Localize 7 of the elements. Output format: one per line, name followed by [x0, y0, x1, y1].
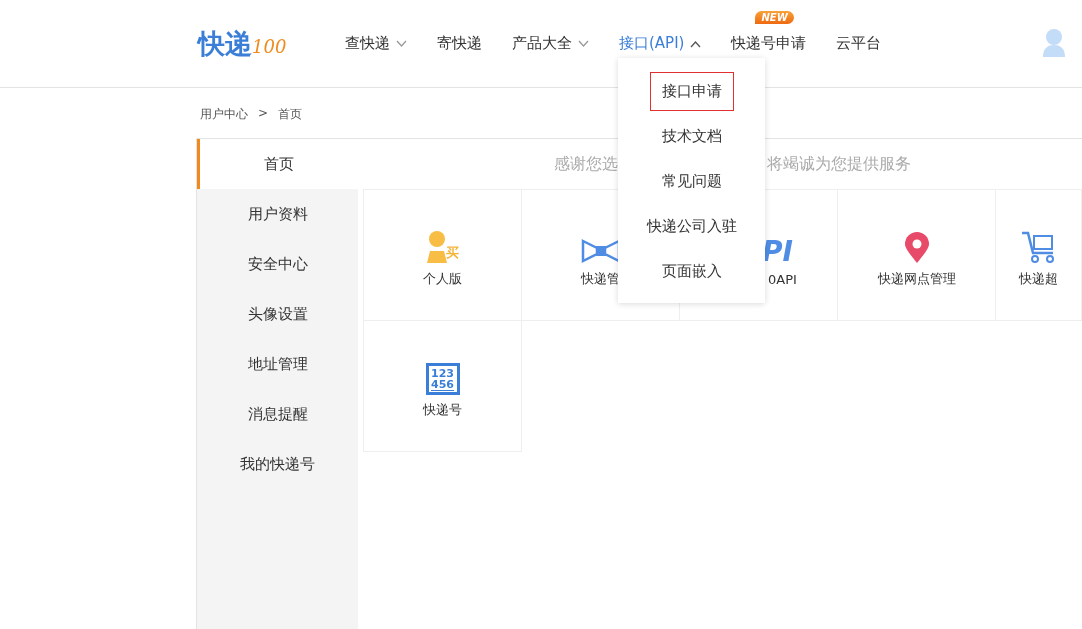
breadcrumb-current: 首页: [278, 106, 303, 123]
number-box-icon: 123 456: [425, 363, 460, 395]
welcome-text: 将竭诚为您提供服务: [767, 153, 911, 175]
api-logo: PI: [762, 237, 793, 266]
new-badge: NEW: [755, 11, 794, 24]
welcome-text: 感谢您选: [554, 153, 618, 175]
breadcrumb-separator: >: [258, 106, 269, 122]
